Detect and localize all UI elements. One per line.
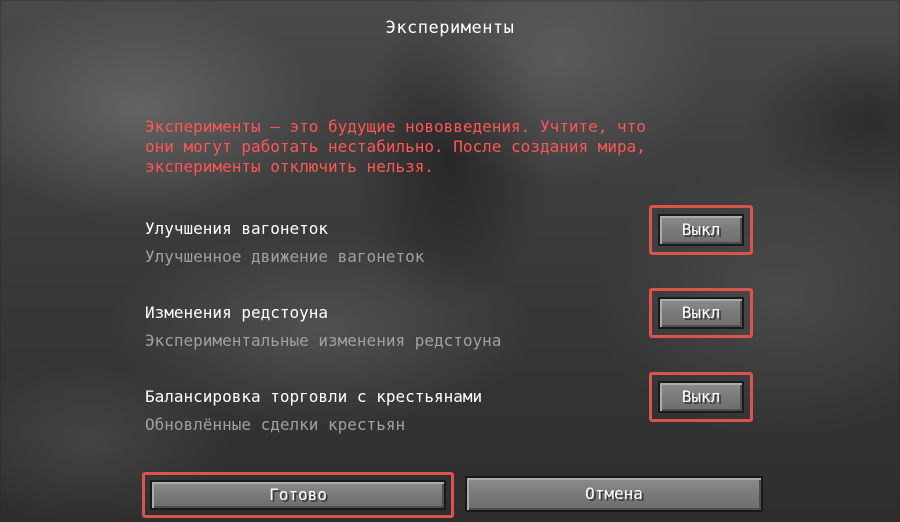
cancel-button[interactable]: Отмена	[465, 476, 763, 512]
warning-line: они могут работать нестабильно. После со…	[145, 137, 646, 156]
toggle-highlight: Выкл	[649, 205, 753, 255]
done-button[interactable]: Готово	[150, 480, 446, 510]
experiment-description: Улучшенное движение вагонеток	[145, 247, 425, 266]
toggle-highlight: Выкл	[649, 372, 753, 422]
done-button-highlight: Готово	[142, 472, 454, 518]
experiments-warning: Эксперименты — это будущие нововведения.…	[145, 117, 765, 177]
experiment-redstone-changes: Изменения редстоуна Экспериментальные из…	[145, 303, 625, 351]
experiment-villager-trade-rebalance: Балансировка торговли с крестьянами Обно…	[145, 387, 625, 435]
warning-line: Эксперименты — это будущие нововведения.…	[145, 117, 646, 136]
experiment-name: Улучшения вагонеток	[145, 219, 329, 238]
experiment-description: Обновлённые сделки крестьян	[145, 415, 406, 434]
experiment-minecart-improvements: Улучшения вагонеток Улучшенное движение …	[145, 219, 625, 267]
minecart-improvements-toggle-button[interactable]: Выкл	[658, 214, 744, 246]
warning-line: эксперименты отключить нельзя.	[145, 157, 434, 176]
experiment-name: Балансировка торговли с крестьянами	[145, 387, 483, 406]
toggle-highlight: Выкл	[649, 288, 753, 338]
page-title: Эксперименты	[385, 18, 515, 38]
redstone-changes-toggle-button[interactable]: Выкл	[658, 297, 744, 329]
experiment-name: Изменения редстоуна	[145, 303, 329, 322]
villager-trade-rebalance-toggle-button[interactable]: Выкл	[658, 381, 744, 413]
experiment-description: Экспериментальные изменения редстоуна	[145, 331, 502, 350]
